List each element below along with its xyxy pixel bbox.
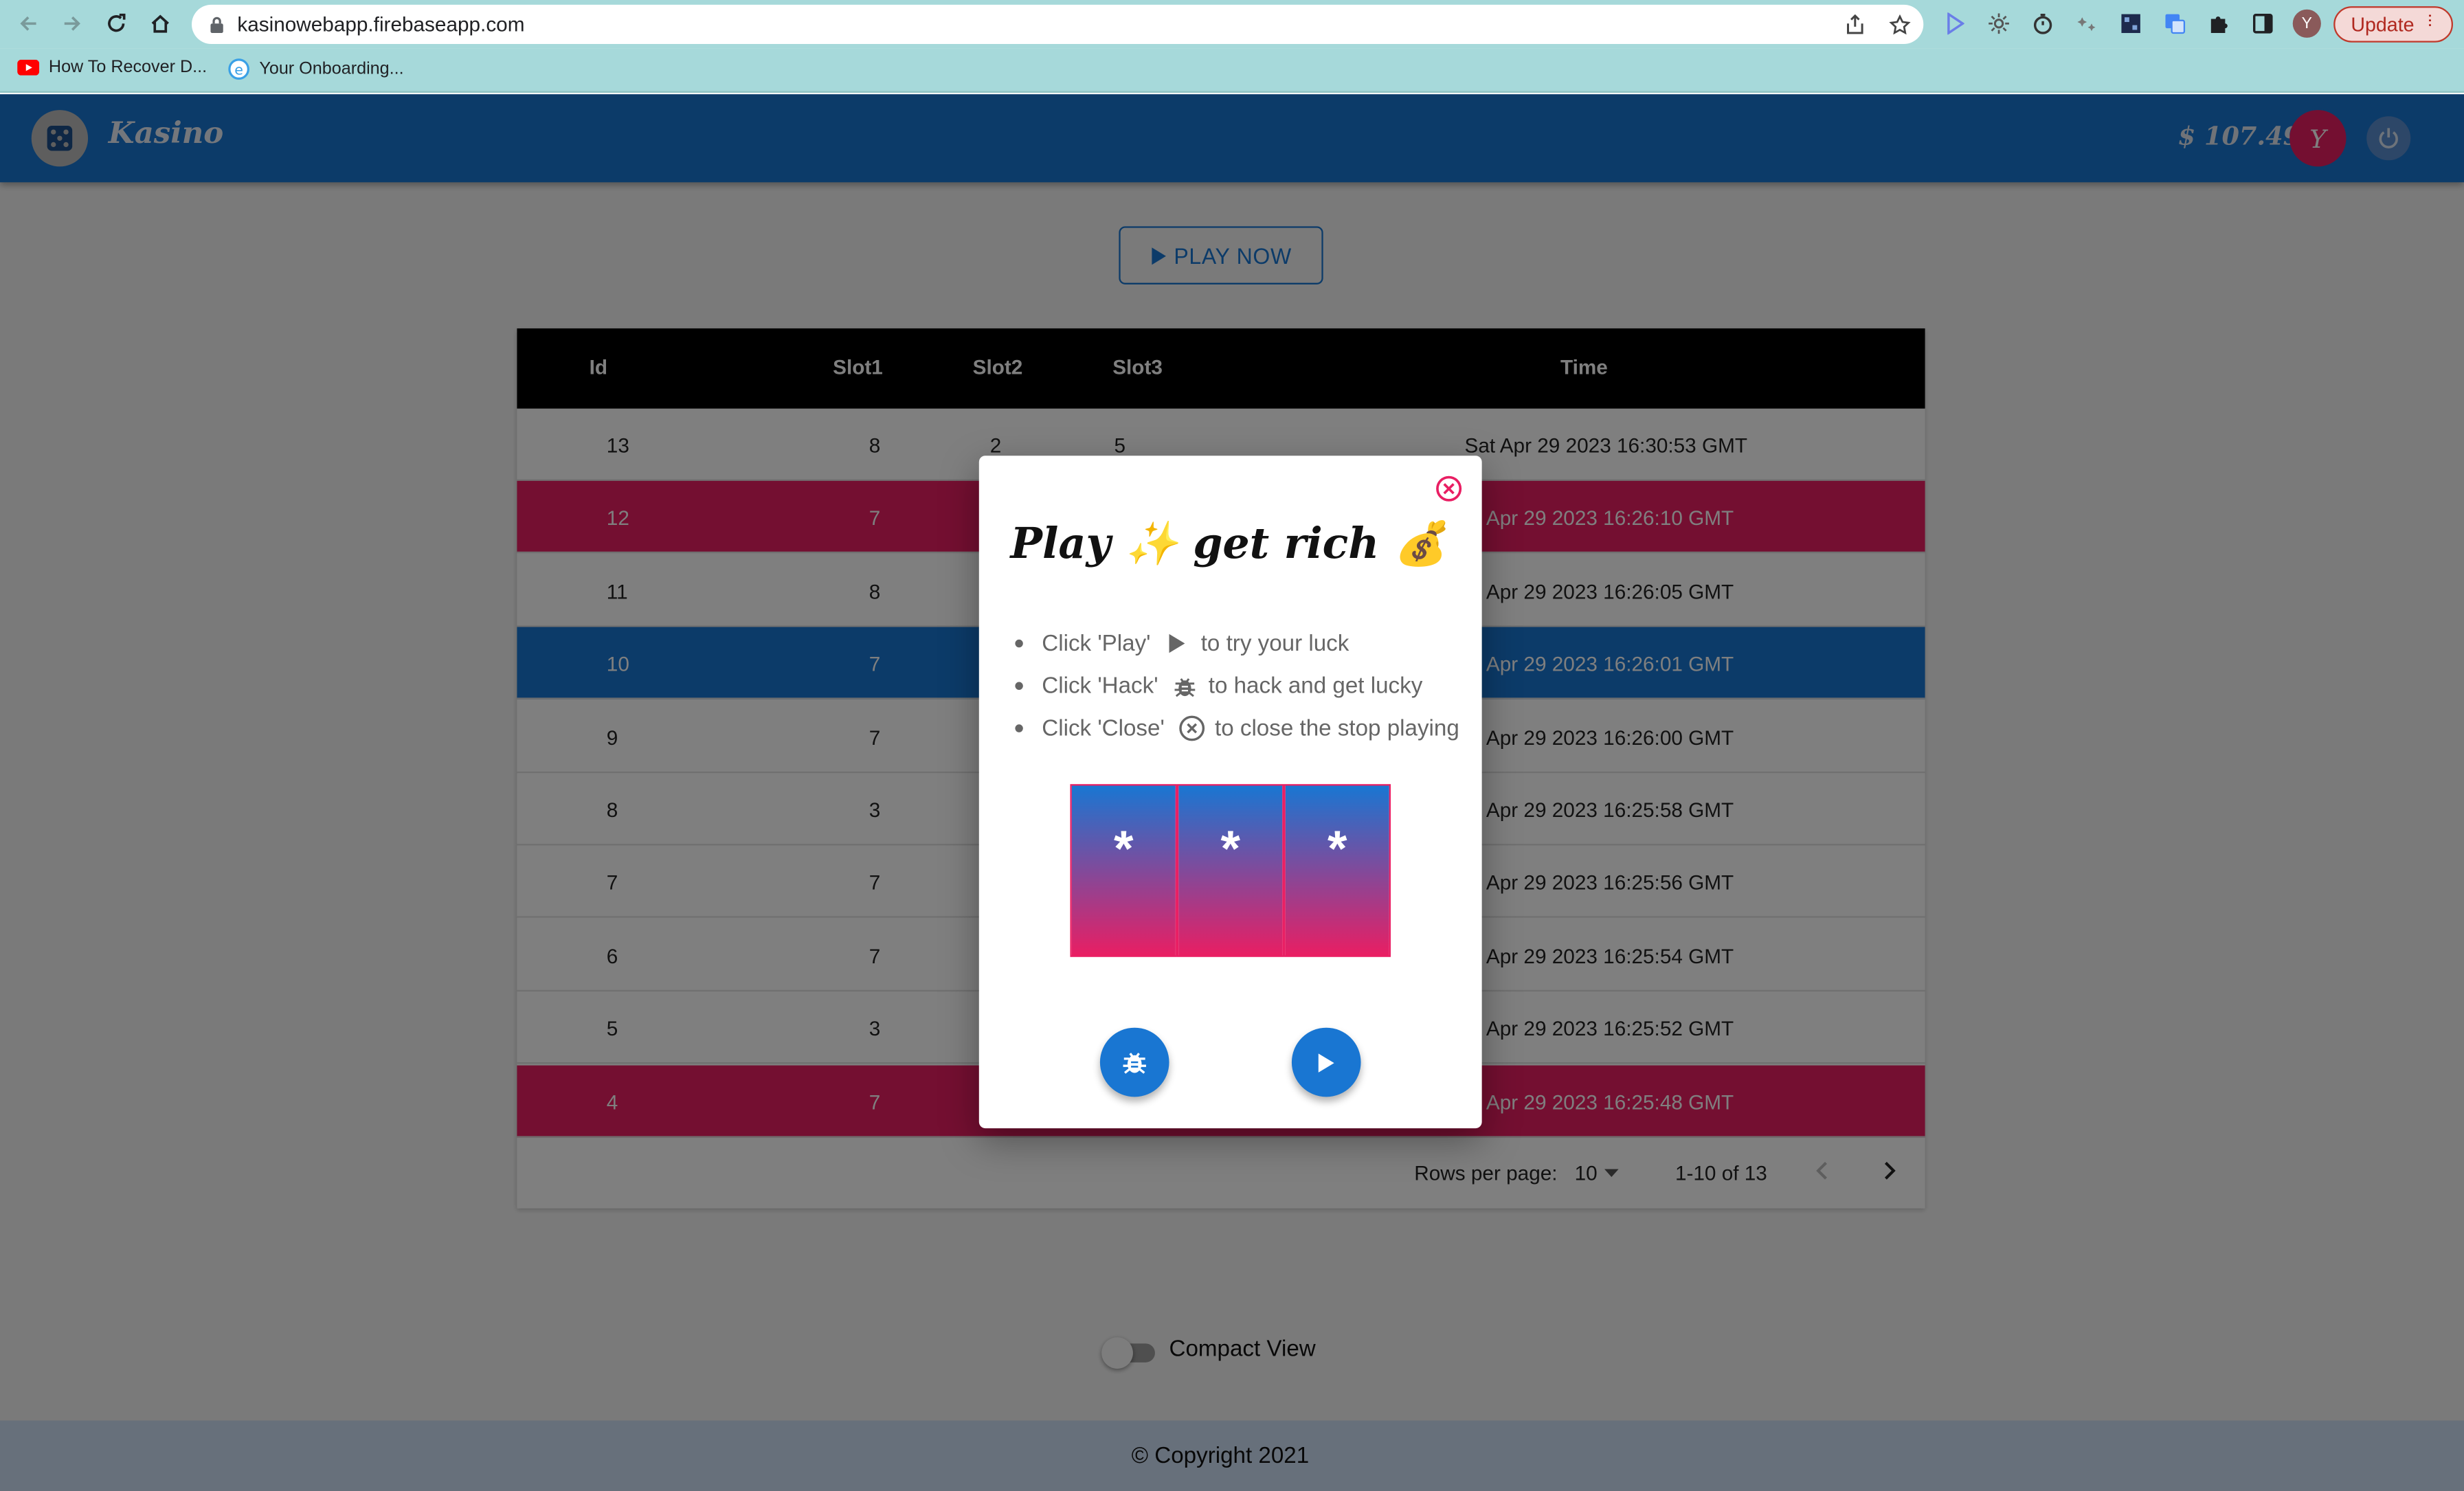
play-icon [1163, 629, 1191, 658]
url-text: kasinowebapp.firebaseapp.com [237, 12, 525, 36]
update-button[interactable]: Update ··· [2333, 6, 2454, 43]
onboarding-icon: e [228, 58, 249, 80]
bookmark-star-icon[interactable] [1885, 11, 1912, 38]
extension-translate-icon[interactable] [2161, 10, 2189, 38]
instructions-list: Click 'Play' to try your luck Click 'Hac… [1011, 623, 1459, 750]
close-circle-icon [1177, 714, 1205, 742]
reel-symbol: * [1113, 820, 1134, 877]
lock-icon [210, 16, 223, 34]
instruction-text: to try your luck [1200, 631, 1349, 656]
update-label: Update [2351, 13, 2415, 36]
extension-qr-icon[interactable] [2117, 10, 2145, 38]
back-button[interactable] [12, 8, 44, 39]
slot-reel-2: * [1176, 784, 1284, 957]
reload-button[interactable] [100, 8, 132, 39]
browser-profile-avatar[interactable]: Y [2292, 9, 2321, 38]
extension-sun-icon[interactable] [1984, 10, 2013, 38]
extension-play-icon[interactable] [1940, 10, 1969, 38]
bookmark-label: Your Onboarding... [259, 59, 404, 79]
slot-reel-3: * [1284, 784, 1391, 957]
youtube-icon [17, 59, 40, 76]
play-icon [1318, 1053, 1334, 1072]
extensions-puzzle-icon[interactable] [2205, 10, 2233, 38]
play-dialog: Play ✨ get rich 💰 Click 'Play' to try yo… [978, 456, 1482, 1129]
side-panel-icon[interactable] [2249, 10, 2277, 38]
instruction-item: Click 'Close' to close the stop playing [1011, 707, 1459, 750]
bug-icon [1171, 672, 1199, 700]
bug-icon [1123, 1053, 1146, 1074]
browser-toolbar: kasinowebapp.firebaseapp.com Y Update ··… [0, 0, 2464, 49]
instruction-item: Click 'Play' to try your luck [1011, 623, 1459, 665]
screen: kasinowebapp.firebaseapp.com Y Update ··… [0, 0, 2464, 1491]
forward-button[interactable] [56, 8, 88, 39]
home-button[interactable] [144, 8, 176, 39]
share-icon[interactable] [1841, 11, 1868, 38]
bookmark-label: How To Recover D... [48, 58, 208, 78]
kebab-menu-icon: ··· [2419, 12, 2442, 27]
instruction-item: Click 'Hack' to hack and get lucky [1011, 664, 1459, 707]
svg-text:e: e [234, 62, 243, 78]
hack-button[interactable] [1099, 1027, 1169, 1097]
dialog-title: Play ✨ get rich 💰 [1010, 519, 1447, 569]
reel-symbol: * [1327, 820, 1347, 877]
reel-symbol: * [1220, 820, 1240, 877]
extension-timer-icon[interactable] [2029, 10, 2057, 38]
slot-reel-1: * [1070, 784, 1177, 957]
address-bar[interactable]: kasinowebapp.firebaseapp.com [192, 4, 1924, 45]
extension-sparkle-icon[interactable] [2073, 10, 2101, 38]
bookmark-item[interactable]: How To Recover D... [17, 58, 207, 77]
instruction-text: Click 'Hack' [1042, 673, 1158, 699]
close-dialog-icon[interactable] [1435, 475, 1463, 503]
bookmarks-bar: How To Recover D... e Your Onboarding... [0, 48, 2464, 93]
play-button[interactable] [1291, 1027, 1361, 1097]
instruction-text: Click 'Close' [1042, 715, 1165, 741]
bookmark-item[interactable]: e Your Onboarding... [228, 58, 404, 80]
instruction-text: Click 'Play' [1042, 631, 1151, 656]
instruction-text: to close the stop playing [1214, 715, 1459, 741]
instruction-text: to hack and get lucky [1208, 673, 1423, 699]
